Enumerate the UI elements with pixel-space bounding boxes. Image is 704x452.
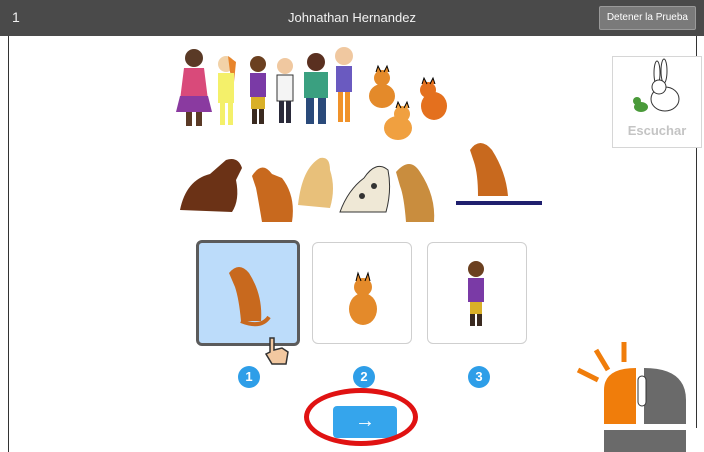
boy-green-figure	[304, 53, 328, 124]
cat-figure	[369, 64, 395, 108]
answer-option-1[interactable]	[196, 240, 300, 346]
highlight-ring	[304, 388, 418, 446]
bird-rabbit-icon	[633, 58, 680, 112]
mouse-click-icon	[576, 342, 686, 452]
answer-option-2[interactable]	[312, 242, 412, 344]
hand-cursor-icon	[264, 337, 289, 365]
dog-tan-sitting	[298, 157, 333, 208]
girl-yellow-figure	[218, 56, 236, 125]
boy-figure	[276, 58, 294, 123]
boy-orange-figure	[335, 47, 353, 122]
dogs-row-figure	[180, 143, 542, 222]
girl-figure	[176, 49, 212, 126]
dog-brown-lying	[180, 159, 242, 212]
cat-figure	[420, 76, 447, 120]
boy-figure	[250, 56, 266, 124]
cat-icon	[349, 271, 377, 325]
option-number-2: 2	[353, 366, 375, 388]
option-number-3: 3	[468, 366, 490, 388]
cat-figure	[384, 100, 412, 140]
listen-label: Escuchar	[627, 123, 687, 138]
dog-sitting	[252, 167, 293, 222]
children-group-figure	[176, 47, 353, 126]
answer-option-3[interactable]	[427, 242, 527, 344]
dog-sitting	[470, 143, 508, 196]
dog-icon	[229, 267, 271, 327]
dog-spotted-sitting	[339, 165, 391, 213]
option-number-1: 1	[238, 366, 260, 388]
dog-tan-sitting	[396, 164, 435, 222]
blank-underline	[456, 201, 542, 205]
listen-button[interactable]: Escuchar	[612, 56, 702, 148]
cats-group-figure	[369, 64, 447, 140]
boy-icon	[468, 261, 484, 326]
